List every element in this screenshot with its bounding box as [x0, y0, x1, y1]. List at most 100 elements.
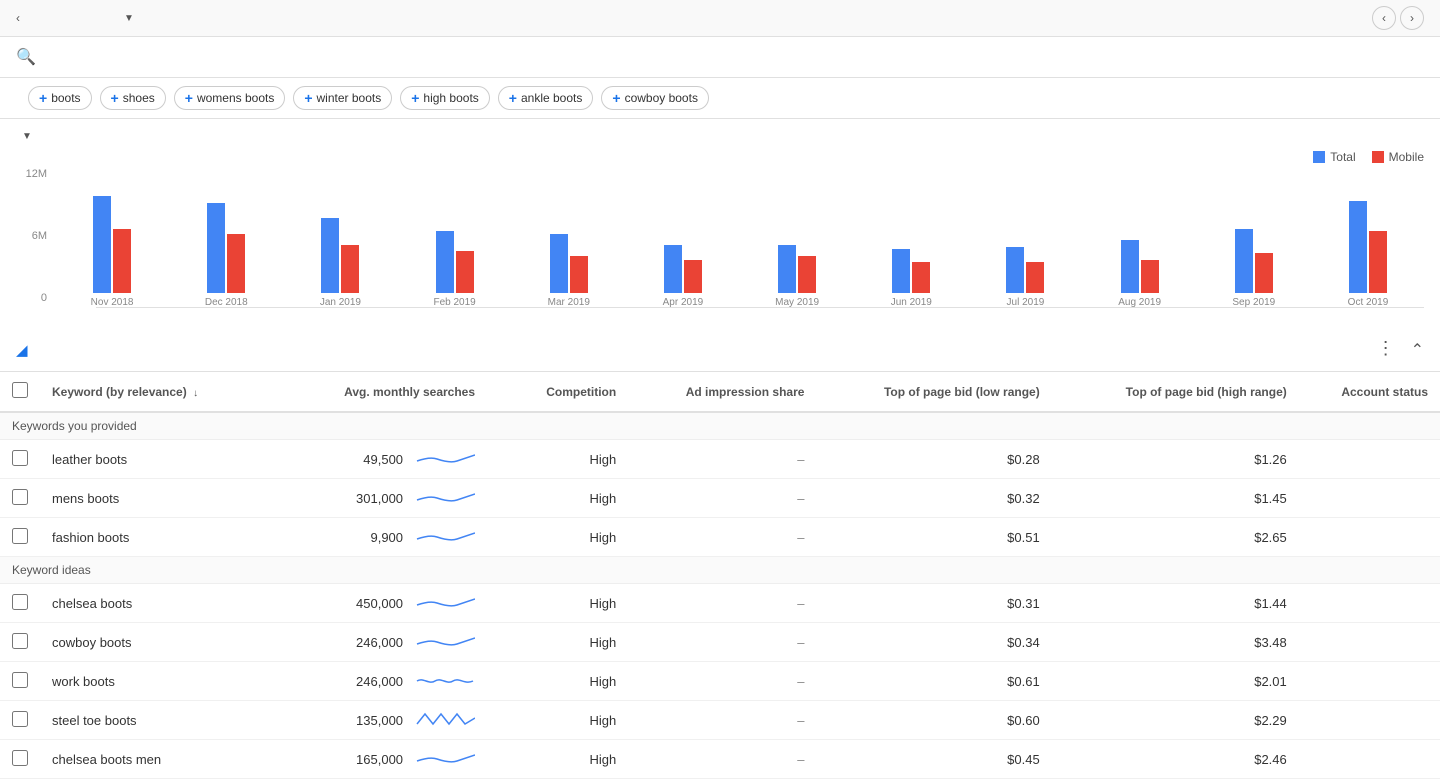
- top-bid-low-cell: $0.51: [816, 518, 1051, 557]
- prev-arrow[interactable]: ‹: [1372, 6, 1396, 30]
- keyword-cell: steel toe boots: [40, 701, 275, 740]
- select-all-checkbox[interactable]: [12, 382, 28, 398]
- trend-sparkline: [415, 593, 475, 613]
- keyword-cell: leather boots: [40, 440, 275, 479]
- row-checkbox[interactable]: [12, 672, 28, 688]
- top-bid-low-cell: $0.60: [816, 701, 1051, 740]
- columns-button[interactable]: ⋮: [1377, 338, 1395, 361]
- top-bid-low-cell: $0.61: [816, 662, 1051, 701]
- top-bid-high-header[interactable]: Top of page bid (high range): [1052, 372, 1299, 412]
- competition-cell: High: [487, 662, 628, 701]
- table-row: cowboy boots 246,000 High – $0.34 $3.48: [0, 623, 1440, 662]
- top-bid-high-cell: $1.26: [1052, 440, 1299, 479]
- back-arrow[interactable]: ‹: [16, 11, 20, 25]
- chart-month-Dec-2018: Dec 2018: [170, 168, 282, 308]
- legend-mobile: Mobile: [1372, 150, 1424, 164]
- bar-total: [1349, 201, 1367, 293]
- avg-monthly-cell: 49,500: [275, 440, 487, 479]
- account-status-cell: [1299, 584, 1440, 623]
- top-bid-high-cell: $2.65: [1052, 518, 1299, 557]
- keyword-cell: chelsea boots men: [40, 740, 275, 779]
- row-checkbox-cell: [0, 740, 40, 779]
- date-range-selector[interactable]: ▼: [116, 13, 134, 24]
- bar-total: [93, 196, 111, 293]
- bar-total: [1006, 247, 1024, 293]
- trend-sparkline: [415, 749, 475, 769]
- row-checkbox[interactable]: [12, 528, 28, 544]
- top-bid-low-cell: $0.28: [816, 440, 1051, 479]
- select-all-header: [0, 372, 40, 412]
- bar-mobile: [1141, 260, 1159, 293]
- table-body: Keywords you provided leather boots 49,5…: [0, 412, 1440, 779]
- chart-dropdown-icon: ▼: [22, 131, 32, 142]
- keyword-header[interactable]: Keyword (by relevance) ↓: [40, 372, 275, 412]
- bar-mobile: [456, 251, 474, 293]
- keyword-table-container: Keyword (by relevance) ↓ Avg. monthly se…: [0, 372, 1440, 779]
- table-row: chelsea boots men 165,000 High – $0.45 $…: [0, 740, 1440, 779]
- top-bid-high-cell: $2.29: [1052, 701, 1299, 740]
- row-checkbox[interactable]: [12, 750, 28, 766]
- ad-impression-cell: –: [628, 479, 816, 518]
- broaden-tag-winter-boots[interactable]: +winter boots: [293, 86, 392, 110]
- account-status-cell: [1299, 479, 1440, 518]
- ad-impression-cell: –: [628, 518, 816, 557]
- broaden-tag-high-boots[interactable]: +high boots: [400, 86, 490, 110]
- nav-arrows: ‹ ›: [1372, 6, 1424, 30]
- top-bid-high-cell: $2.46: [1052, 740, 1299, 779]
- table-section-header: Keywords you provided: [0, 412, 1440, 440]
- broaden-tag-shoes[interactable]: +shoes: [100, 86, 166, 110]
- keyword-cell: fashion boots: [40, 518, 275, 557]
- sort-icon: ↓: [193, 388, 198, 399]
- competition-cell: High: [487, 740, 628, 779]
- row-checkbox[interactable]: [12, 489, 28, 505]
- avg-monthly-cell: 246,000: [275, 623, 487, 662]
- chart-month-Jan-2019: Jan 2019: [284, 168, 396, 308]
- avg-monthly-cell: 301,000: [275, 479, 487, 518]
- keyword-table: Keyword (by relevance) ↓ Avg. monthly se…: [0, 372, 1440, 779]
- top-bid-high-cell: $1.44: [1052, 584, 1299, 623]
- row-checkbox[interactable]: [12, 594, 28, 610]
- avg-monthly-cell: 9,900: [275, 518, 487, 557]
- collapse-chart-button[interactable]: ⌃: [1411, 340, 1424, 360]
- top-bid-low-header[interactable]: Top of page bid (low range): [816, 372, 1051, 412]
- bar-mobile: [570, 256, 588, 293]
- avg-monthly-cell: 246,000: [275, 662, 487, 701]
- row-checkbox[interactable]: [12, 711, 28, 727]
- row-checkbox[interactable]: [12, 450, 28, 466]
- row-checkbox-cell: [0, 623, 40, 662]
- row-checkbox-cell: [0, 584, 40, 623]
- top-bid-low-cell: $0.34: [816, 623, 1051, 662]
- competition-cell: High: [487, 623, 628, 662]
- table-row: work boots 246,000 High – $0.61 $2.01: [0, 662, 1440, 701]
- chart-month-Aug-2019: Aug 2019: [1084, 168, 1196, 308]
- ad-impression-cell: –: [628, 701, 816, 740]
- chart-month-Oct-2019: Oct 2019: [1312, 168, 1424, 308]
- next-arrow[interactable]: ›: [1400, 6, 1424, 30]
- chart-section: ▼ Total Mobile 12M 6M 0 Nov 2018Dec 2018…: [0, 119, 1440, 328]
- chart-month-Mar-2019: Mar 2019: [513, 168, 625, 308]
- broaden-tag-cowboy-boots[interactable]: +cowboy boots: [601, 86, 709, 110]
- top-bid-high-cell: $3.48: [1052, 623, 1299, 662]
- search-input[interactable]: [48, 49, 1368, 65]
- ad-impression-header[interactable]: Ad impression share: [628, 372, 816, 412]
- broaden-tag-boots[interactable]: +boots: [28, 86, 92, 110]
- competition-cell: High: [487, 479, 628, 518]
- avg-monthly-header[interactable]: Avg. monthly searches: [275, 372, 487, 412]
- top-bid-low-cell: $0.32: [816, 479, 1051, 518]
- broaden-search-bar: +boots +shoes +womens boots +winter boots +h…: [0, 78, 1440, 119]
- row-checkbox-cell: [0, 440, 40, 479]
- chart-header[interactable]: ▼: [16, 131, 1424, 142]
- search-icon: 🔍: [16, 47, 36, 67]
- table-row: leather boots 49,500 High – $0.28 $1.26: [0, 440, 1440, 479]
- trend-sparkline: [415, 527, 475, 547]
- broaden-tag-ankle-boots[interactable]: +ankle boots: [498, 86, 594, 110]
- chart-month-May-2019: May 2019: [741, 168, 853, 308]
- ad-impression-cell: –: [628, 662, 816, 701]
- broaden-tag-womens-boots[interactable]: +womens boots: [174, 86, 286, 110]
- bar-total: [550, 234, 568, 293]
- account-status-header[interactable]: Account status: [1299, 372, 1440, 412]
- chart-container: 12M 6M 0 Nov 2018Dec 2018Jan 2019Feb 201…: [16, 168, 1424, 328]
- row-checkbox[interactable]: [12, 633, 28, 649]
- trend-sparkline: [415, 488, 475, 508]
- competition-header[interactable]: Competition: [487, 372, 628, 412]
